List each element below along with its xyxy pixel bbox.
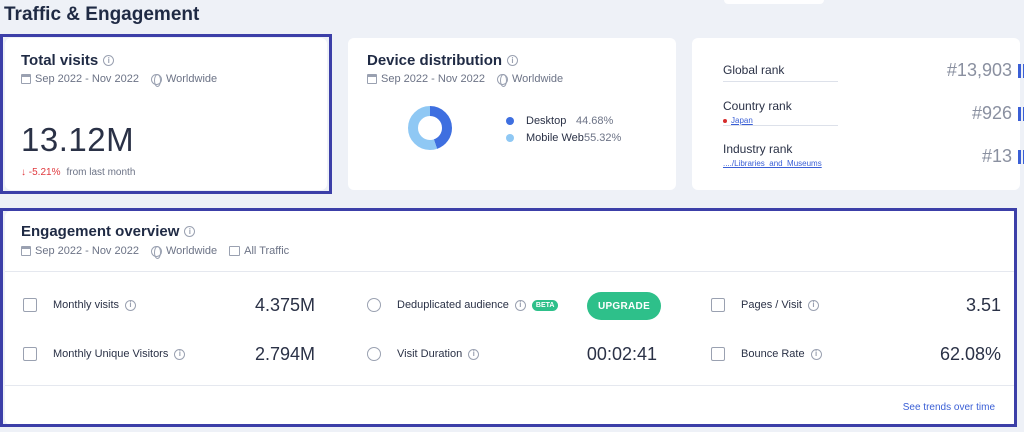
rank-row-global: Global rank #13,903	[723, 38, 1024, 82]
device-meta: Sep 2022 - Nov 2022 Worldwide	[367, 73, 657, 87]
rank-number: #926	[971, 103, 1012, 123]
legend-swatch	[506, 116, 514, 125]
legend-label: Mobile Web	[526, 131, 584, 144]
legend-label: Desktop	[526, 114, 567, 127]
region: Worldwide	[511, 73, 564, 85]
country-link[interactable]: Japan	[723, 116, 753, 125]
japan-flag-icon	[723, 118, 727, 123]
device-legend: Desktop 44.68% Mobile Web 55.32%	[506, 112, 621, 146]
legend-item-mobile-web: Mobile Web 55.32%	[506, 129, 621, 146]
info-icon[interactable]: i	[507, 55, 519, 66]
device-distribution-card: Device distribution i Sep 2022 - Nov 202…	[348, 38, 676, 190]
legend-swatch	[506, 133, 514, 142]
calendar-icon	[367, 74, 377, 84]
rank-number: #13	[981, 146, 1012, 166]
rank-number: #13,903	[946, 60, 1012, 80]
highlight-outline-engagement	[0, 208, 1017, 427]
rank-row-industry: Industry rank ..../Libraries_and_Museums…	[723, 126, 1024, 170]
bar-chart-icon[interactable]	[1018, 106, 1024, 121]
legend-item-desktop: Desktop 44.68%	[506, 112, 621, 129]
ranks-card: Global rank #13,903 Country rank Japan #…	[692, 38, 1024, 190]
rank-value: #13,903	[913, 60, 1024, 81]
bar-chart-icon[interactable]	[1018, 63, 1024, 78]
date-range: Sep 2022 - Nov 2022	[381, 73, 485, 85]
industry-link[interactable]: ..../Libraries_and_Museums	[723, 159, 822, 168]
rank-label: Global rank	[723, 63, 785, 77]
page-title: Traffic & Engagement	[4, 4, 200, 25]
rank-label: Country rank	[723, 99, 792, 113]
rank-row-country: Country rank Japan #926	[723, 82, 1024, 126]
device-donut-chart[interactable]	[408, 106, 452, 150]
globe-icon	[496, 73, 508, 87]
country-name: Japan	[731, 116, 753, 125]
bar-chart-icon[interactable]	[1018, 149, 1024, 164]
legend-value: 55.32%	[584, 131, 622, 144]
top-tab-edge	[724, 0, 824, 4]
rank-label: Industry rank	[723, 142, 793, 156]
legend-value: 44.68%	[576, 114, 614, 127]
rank-value: #13	[913, 146, 1024, 167]
device-distribution-title: Device distribution	[367, 52, 503, 69]
device-distribution-header: Device distribution i	[367, 52, 657, 69]
highlight-outline-total-visits	[0, 34, 332, 194]
rank-value: #926	[913, 103, 1024, 124]
